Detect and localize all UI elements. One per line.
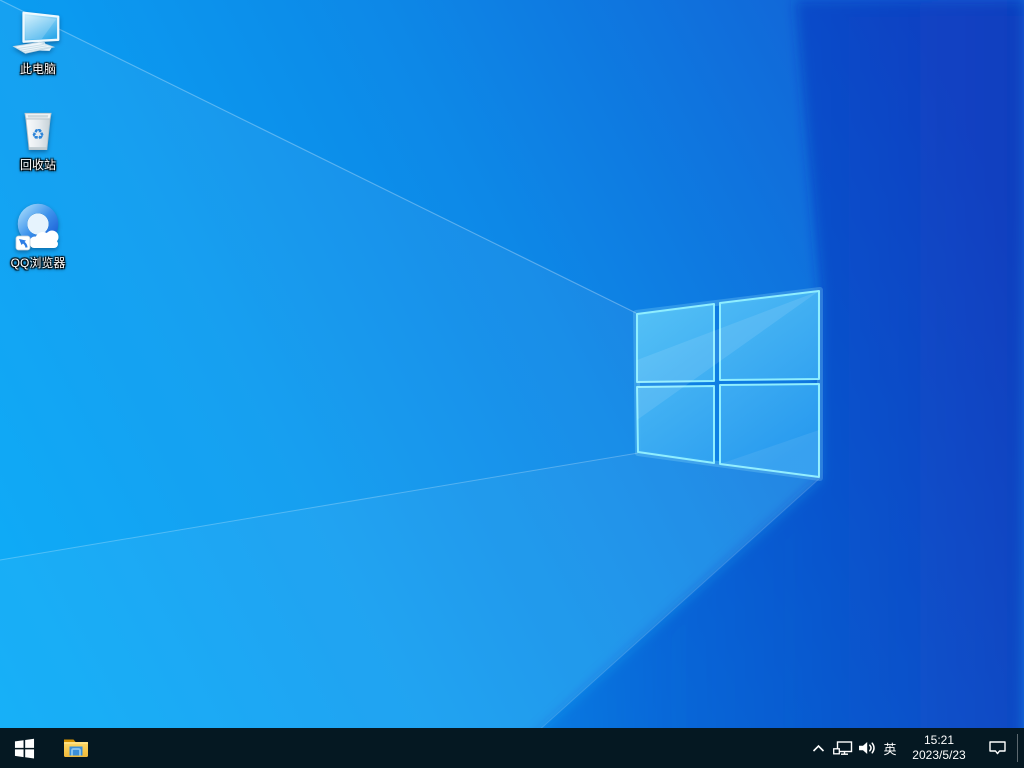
clock-date: 2023/5/23: [912, 748, 966, 762]
start-button[interactable]: [0, 728, 48, 768]
desktop-icon-label-recycle-bin: 回收站: [19, 158, 56, 172]
show-hidden-icons-button[interactable]: [805, 728, 831, 768]
desktop-icon-label-qq-browser: QQ浏览器: [10, 256, 66, 270]
notification-bubble-icon: [988, 741, 1006, 755]
desktop-icon-qq-browser[interactable]: QQ浏览器: [0, 196, 76, 272]
volume-button[interactable]: [855, 728, 879, 768]
ethernet-network-icon: [833, 740, 853, 755]
taskbar-item-file-explorer[interactable]: [52, 728, 100, 768]
system-tray: 英 15:21 2023/5/23: [805, 728, 1024, 768]
ime-label: 英: [883, 741, 897, 757]
network-status-button[interactable]: [831, 728, 855, 768]
show-desktop-button[interactable]: [1018, 728, 1024, 768]
windows-flag-icon: [14, 738, 34, 759]
wallpaper: [0, 0, 1024, 768]
desktop-icon-label-this-pc: 此电脑: [19, 62, 56, 76]
desktop-icon-recycle-bin[interactable]: ♻ 回收站: [0, 100, 76, 174]
shortcut-arrow-badge: [15, 235, 31, 251]
recycle-symbol: ♻: [31, 127, 44, 143]
action-center-button[interactable]: [977, 728, 1017, 768]
recycle-bin-icon: ♻: [12, 103, 64, 157]
desktop-icon-this-pc[interactable]: 此电脑: [0, 4, 76, 78]
clock-time: 15:21: [923, 733, 955, 747]
this-pc-icon: [11, 7, 65, 61]
taskbar-clock[interactable]: 15:21 2023/5/23: [901, 728, 977, 768]
taskbar: 英 15:21 2023/5/23: [0, 728, 1024, 768]
ime-language-indicator[interactable]: 英: [879, 728, 901, 768]
windows-desktop: 此电脑 ♻ 回收站 QQ浏览器 英 15:21 2023/5/23: [0, 0, 1024, 768]
qq-browser-icon: [10, 199, 66, 255]
file-explorer-icon: [64, 739, 88, 757]
speaker-volume-icon: [858, 742, 875, 754]
chevron-up-icon: [812, 744, 824, 752]
